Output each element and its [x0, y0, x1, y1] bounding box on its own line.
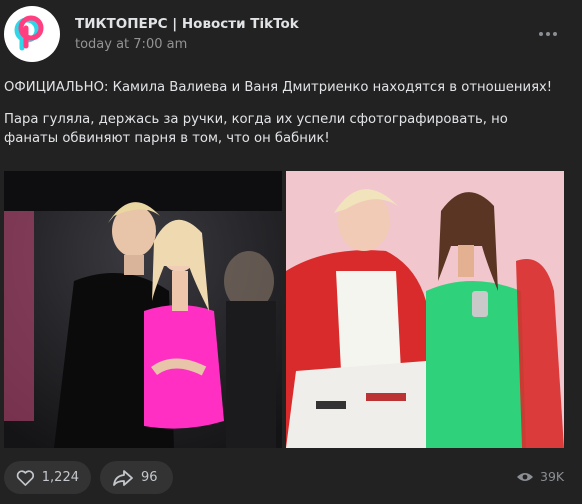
like-button[interactable]: 1,224	[4, 461, 91, 494]
post-card: ТИКТОПЕРС | Новости TikTok today at 7:00…	[0, 0, 582, 504]
like-count: 1,224	[41, 470, 79, 485]
post-photo-1[interactable]	[4, 171, 282, 448]
post-text-line: ОФИЦИАЛЬНО: Камила Валиева и Ваня Дмитри…	[4, 80, 553, 95]
community-name[interactable]: ТИКТОПЕРС | Новости TikTok	[75, 16, 299, 32]
community-avatar[interactable]	[4, 6, 60, 62]
post-photo-2[interactable]	[286, 171, 564, 448]
views-counter: 39K	[516, 469, 564, 484]
couple-photo-green-dress	[286, 171, 564, 448]
share-arrow-icon	[113, 469, 133, 486]
share-count: 96	[141, 470, 158, 485]
post-timestamp[interactable]: today at 7:00 am	[75, 37, 187, 52]
share-button[interactable]: 96	[100, 461, 173, 494]
couple-photo-pink-dress	[4, 171, 282, 448]
heart-icon	[16, 469, 35, 486]
post-text-line: Пара гуляла, держась за ручки, когда их …	[4, 112, 508, 146]
tiktopers-logo-icon	[14, 15, 44, 51]
eye-icon	[517, 472, 533, 481]
more-options-icon[interactable]	[539, 27, 561, 41]
view-count: 39K	[540, 469, 565, 484]
post-text: ОФИЦИАЛЬНО: Камила Валиева и Ваня Дмитри…	[4, 78, 564, 161]
